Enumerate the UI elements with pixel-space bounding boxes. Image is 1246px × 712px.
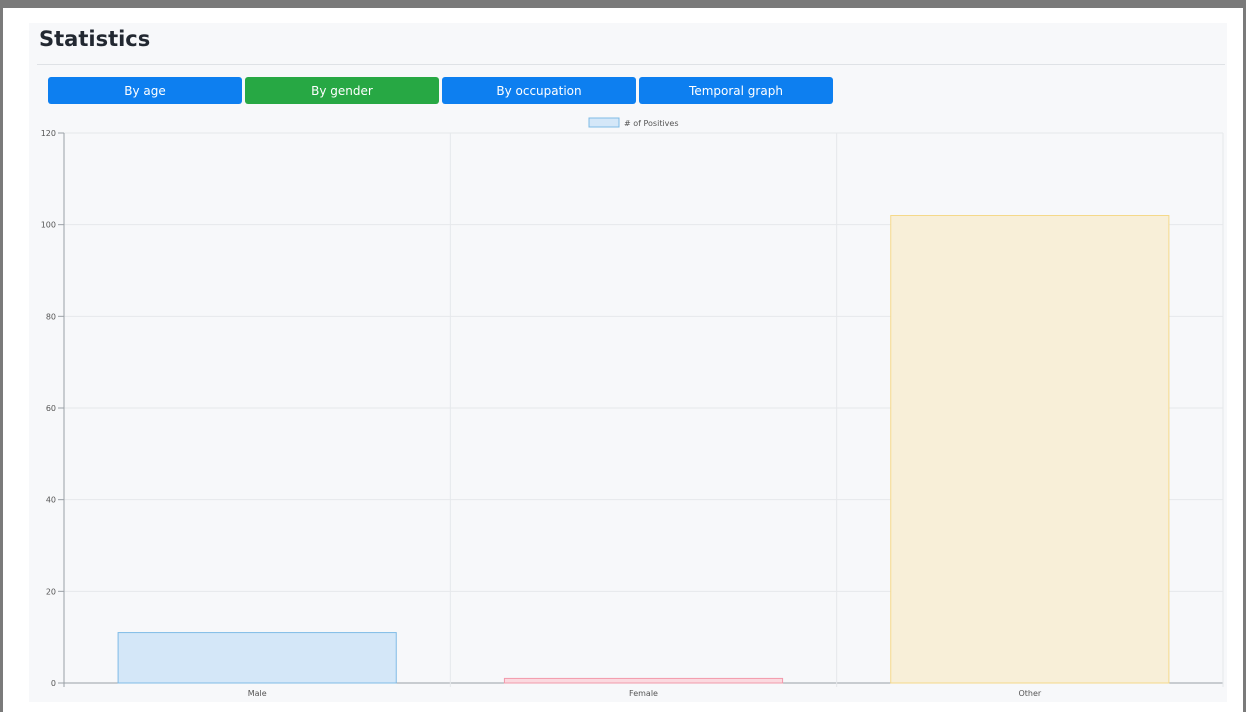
y-tick-label: 20 (46, 587, 56, 596)
statistics-panel: Statistics By age By gender By occupatio… (29, 23, 1227, 702)
y-tick-label: 120 (41, 129, 56, 138)
tab-temporal-graph[interactable]: Temporal graph (639, 77, 833, 104)
bar-other (890, 215, 1170, 684)
legend-swatch (588, 117, 620, 128)
page-title: Statistics (39, 27, 151, 51)
legend-label: # of Positives (624, 119, 679, 128)
y-tick-label: 0 (51, 679, 56, 688)
y-tick-label: 40 (46, 496, 56, 505)
tab-by-occupation[interactable]: By occupation (442, 77, 636, 104)
tab-by-age[interactable]: By age (48, 77, 242, 104)
tab-bar: By age By gender By occupation Temporal … (48, 77, 833, 104)
x-tick-label: Male (248, 689, 267, 698)
x-tick-label: Female (629, 689, 658, 698)
window-frame: Statistics By age By gender By occupatio… (0, 0, 1246, 712)
bar-female (503, 677, 784, 684)
bar-chart: 0 20 40 60 80 100 120 Male Female Other # of Posit… (41, 117, 1224, 698)
y-tick-label: 60 (46, 404, 56, 413)
y-tick-label: 100 (41, 221, 56, 230)
y-tick-label: 80 (46, 312, 56, 321)
tab-by-gender[interactable]: By gender (245, 77, 439, 104)
x-tick-label: Other (1018, 689, 1041, 698)
bar-male (117, 632, 397, 684)
title-divider (37, 64, 1225, 65)
chart-container: 0 20 40 60 80 100 120 Male Female Other # of Posit… (29, 109, 1227, 702)
